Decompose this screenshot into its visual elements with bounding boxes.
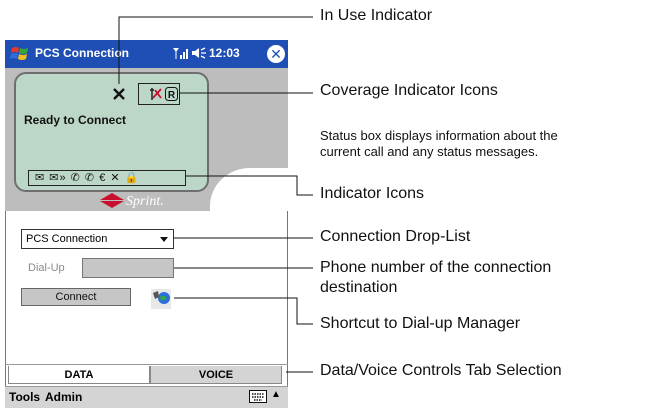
callout-coverage: Coverage Indicator Icons bbox=[320, 82, 498, 99]
callout-in-use: In Use Indicator bbox=[320, 7, 433, 24]
callout-tab-selection: Data/Voice Controls Tab Selection bbox=[320, 362, 562, 379]
callout-shortcut: Shortcut to Dial-up Manager bbox=[320, 315, 521, 332]
callout-indicator-icons: Indicator Icons bbox=[320, 185, 425, 202]
callout-phone-2: destination bbox=[320, 279, 398, 296]
callout-lines bbox=[118, 16, 313, 373]
callout-status-2: current call and any status messages. bbox=[320, 144, 539, 159]
callout-phone-1: Phone number of the connection bbox=[320, 259, 552, 276]
callout-connection-droplist: Connection Drop-List bbox=[320, 228, 471, 245]
callout-status-1: Status box displays information about th… bbox=[320, 128, 558, 143]
